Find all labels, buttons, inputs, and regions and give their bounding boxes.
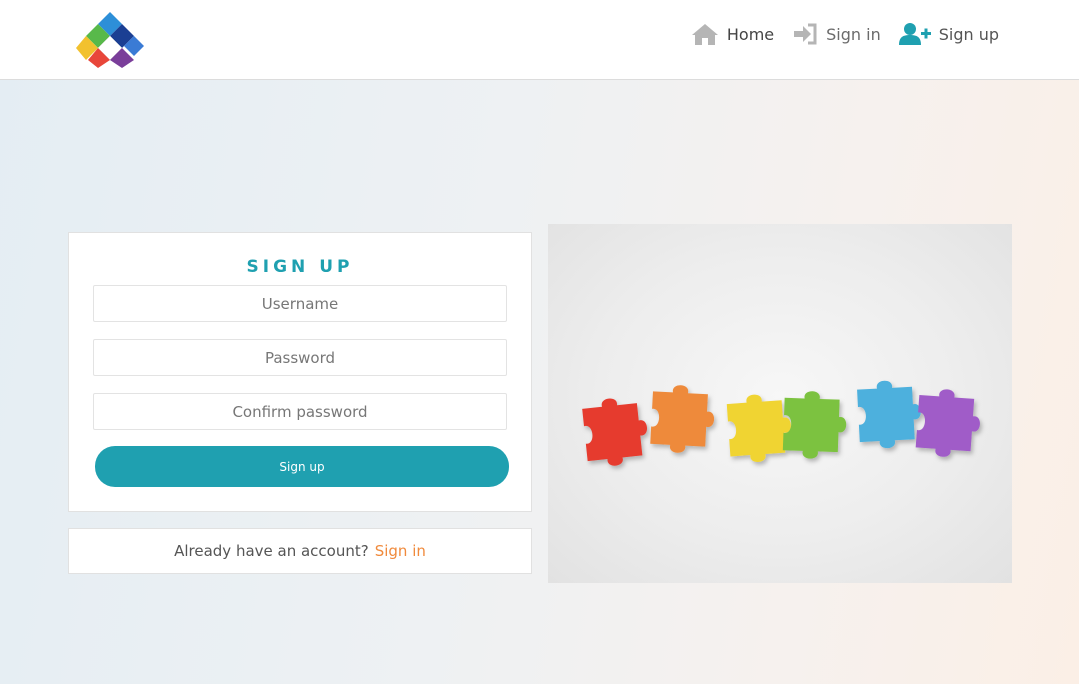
sign-in-icon [792,23,818,45]
top-navbar: Home Sign in Sign up [0,0,1079,80]
puzzle-piece [782,391,847,459]
signin-prompt-card: Already have an account? Sign in [68,528,532,574]
puzzle-piece [650,385,715,453]
signup-title: SIGN UP [246,257,354,277]
nav-sign-up-label: Sign up [938,24,999,44]
home-icon [691,22,719,46]
confirm-password-input[interactable] [93,393,507,430]
brand-logo[interactable] [76,12,144,68]
signup-card: SIGN UP Sign up [68,232,532,512]
signin-link[interactable]: Sign in [375,542,426,560]
hero-image [548,224,1012,583]
puzzle-piece [582,398,647,466]
puzzle-piece [857,380,921,449]
nav-home-label: Home [726,24,775,44]
nav-sign-in-label: Sign in [826,24,881,44]
nav-sign-in[interactable]: Sign in [792,23,881,45]
nav-home[interactable]: Home [691,22,774,46]
password-input[interactable] [93,339,507,376]
puzzle-piece [915,389,980,457]
puzzle-piece [726,394,791,463]
signin-prompt-text: Already have an account? [174,542,369,560]
user-plus-icon [898,22,931,46]
nav-sign-up[interactable]: Sign up [898,22,999,46]
signup-submit-button[interactable]: Sign up [95,446,509,487]
username-input[interactable] [93,285,507,322]
